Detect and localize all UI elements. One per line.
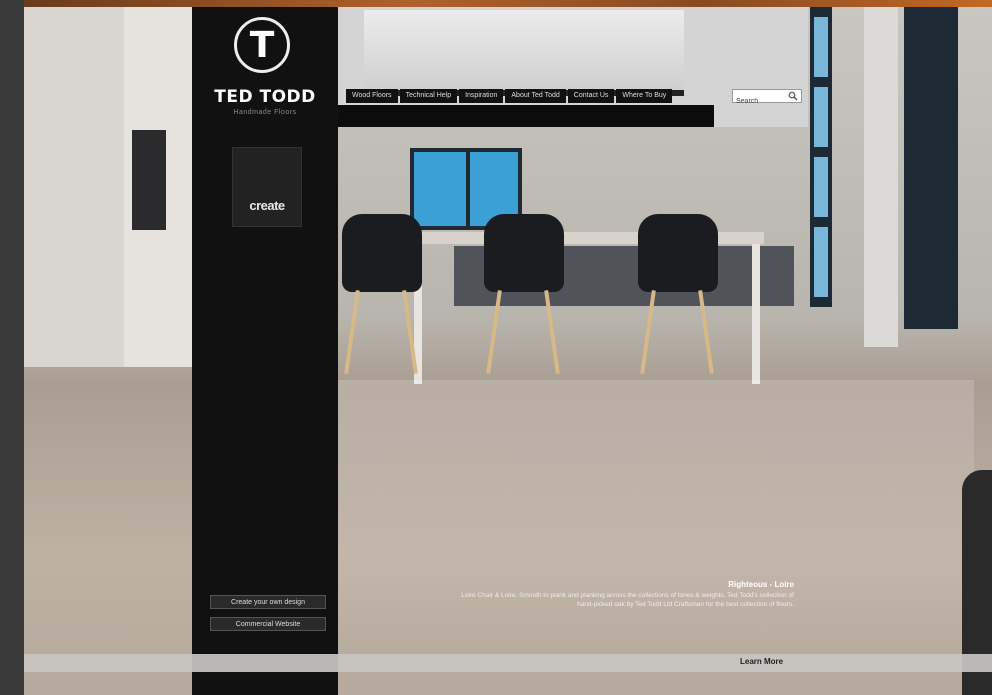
nav-item-inspiration[interactable]: Inspiration — [459, 89, 504, 103]
search-input[interactable] — [733, 95, 787, 108]
background-mezzanine — [364, 10, 684, 96]
caption-body: Loire Chair & Loire: Smooth to plank and… — [461, 592, 794, 608]
background-artwork — [132, 130, 166, 230]
photo-caption: Righteous - Loire Loire Chair & Loire: S… — [454, 580, 794, 609]
nav-item-wood-floors[interactable]: Wood Floors — [346, 89, 398, 103]
create-tile[interactable]: create — [232, 147, 302, 227]
logo-letter: T — [249, 25, 275, 66]
background-window-right-large — [904, 7, 958, 329]
page: T TED TODD Handmade Floors create Create… — [24, 0, 992, 695]
nav-shadow-bar — [338, 105, 714, 127]
background-floor — [334, 380, 974, 660]
background-chair — [638, 214, 718, 292]
nav-item-contact[interactable]: Contact Us — [567, 89, 615, 103]
learn-more-link[interactable]: Learn More — [740, 657, 783, 666]
background-wall — [24, 7, 124, 367]
bottom-bar — [24, 654, 992, 672]
create-design-button[interactable]: Create your own design — [210, 595, 326, 609]
commercial-website-button[interactable]: Commercial Website — [210, 617, 326, 631]
search-icon[interactable] — [788, 91, 798, 101]
create-logo-text: create — [249, 198, 285, 213]
top-strip — [24, 0, 992, 7]
sidebar: T TED TODD Handmade Floors create Create… — [192, 7, 338, 695]
nav-item-about[interactable]: About Ted Todd — [505, 89, 566, 103]
brand-name[interactable]: TED TODD — [192, 87, 338, 107]
nav-item-technical-help[interactable]: Technical Help — [399, 89, 458, 103]
main-nav: Wood Floors Technical Help Inspiration A… — [346, 89, 673, 103]
background-window-right — [810, 7, 832, 307]
caption-title: Righteous - Loire — [728, 580, 794, 589]
logo[interactable]: T — [234, 17, 290, 73]
brand-tagline: Handmade Floors — [233, 109, 297, 116]
background-table-leg — [752, 244, 760, 384]
background-chair — [342, 214, 422, 292]
background-pillar — [864, 7, 898, 347]
background-chair — [484, 214, 564, 292]
nav-item-where-to-buy[interactable]: Where To Buy — [616, 89, 673, 103]
search-box — [732, 89, 802, 108]
